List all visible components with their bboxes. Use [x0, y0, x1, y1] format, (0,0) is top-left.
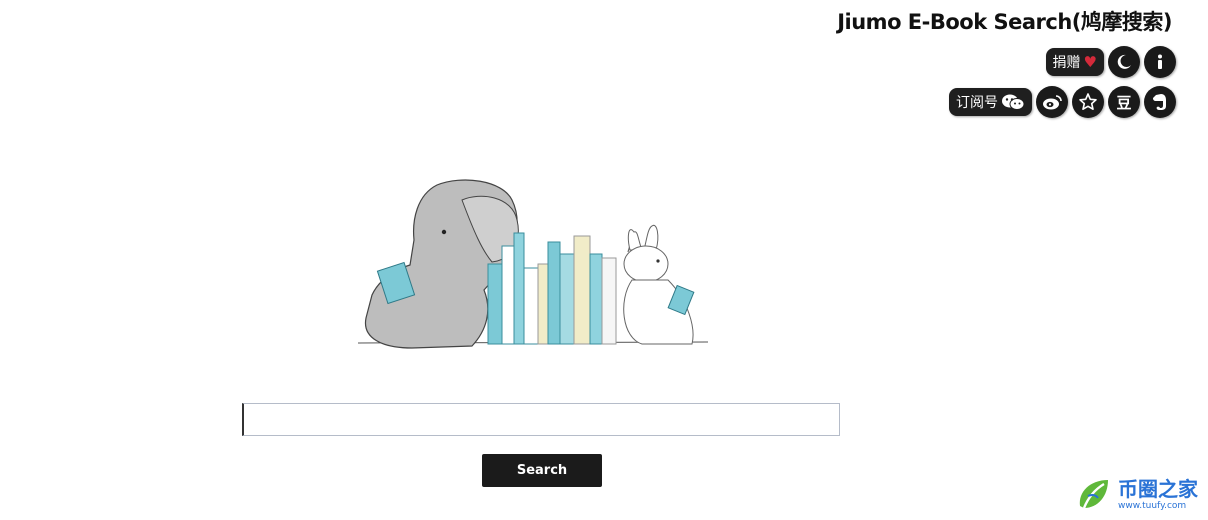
heart-icon: ♥ [1083, 53, 1097, 71]
moon-icon [1117, 54, 1131, 69]
favorite-button[interactable] [1072, 86, 1104, 118]
site-watermark: 币圈之家 www.tuufy.com [1074, 476, 1198, 514]
info-icon [1158, 54, 1162, 69]
subscribe-label: 订阅号 [956, 95, 998, 111]
wechat-icon [1002, 94, 1025, 110]
reading-animals-illustration [357, 179, 709, 349]
leaf-logo-icon [1079, 480, 1108, 509]
evernote-icon [1153, 94, 1166, 110]
douban-icon: 豆 [1116, 93, 1132, 112]
douban-button[interactable]: 豆 [1108, 86, 1140, 118]
toolbar-row-1: 捐赠 ♥ [1045, 46, 1176, 78]
weibo-button[interactable] [1036, 86, 1068, 118]
search-button[interactable]: Search [482, 454, 602, 487]
book-stack [487, 232, 617, 345]
donate-button[interactable]: 捐赠 ♥ [1045, 48, 1104, 76]
night-mode-button[interactable] [1108, 46, 1140, 78]
watermark-url: www.tuufy.com [1118, 501, 1187, 511]
star-icon [1079, 93, 1097, 110]
watermark-name: 币圈之家 [1118, 477, 1198, 501]
donate-label: 捐赠 [1052, 55, 1081, 71]
weibo-icon [1043, 95, 1062, 110]
site-title: Jiumo E-Book Search(鸠摩搜索) [837, 10, 1172, 34]
info-button[interactable] [1144, 46, 1176, 78]
wechat-subscribe-button[interactable]: 订阅号 [949, 88, 1032, 116]
search-input[interactable] [242, 403, 840, 436]
toolbar-row-2: 订阅号 豆 [949, 86, 1176, 118]
evernote-button[interactable] [1144, 86, 1176, 118]
rabbit-figure [623, 224, 695, 345]
